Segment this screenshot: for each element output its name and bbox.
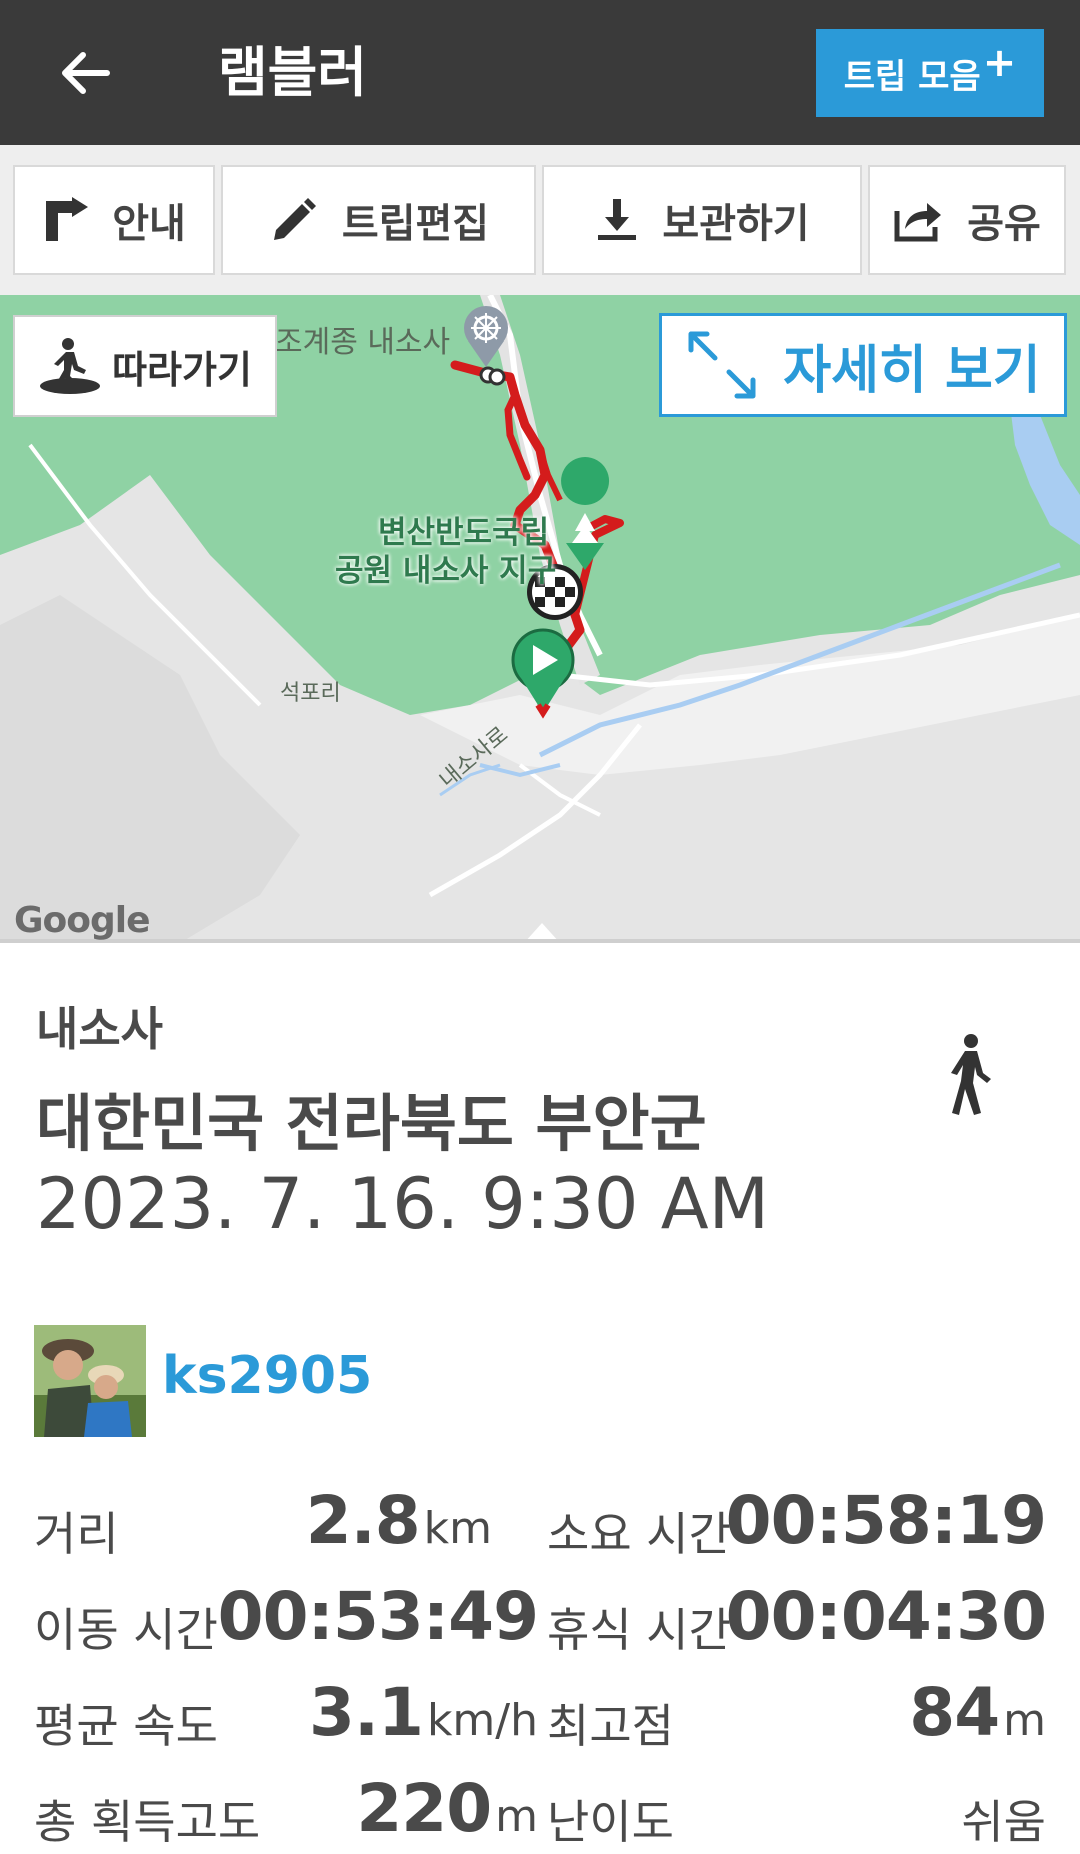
share-label: 공유	[967, 201, 1041, 247]
highest-point-value: 84m	[909, 1674, 1046, 1751]
google-logo: Google	[14, 900, 151, 941]
avg-speed-unit: km/h	[426, 1695, 538, 1746]
stats-grid: 거리 2.8km 소요 시간 00:58:19 이동 시간 00:53:49 휴…	[34, 1478, 1047, 1854]
view-detail-button[interactable]: 자세히 보기	[659, 313, 1067, 417]
back-button[interactable]	[45, 38, 125, 108]
distance-value: 2.8km	[306, 1482, 492, 1559]
duration-number: 00:58:19	[725, 1482, 1047, 1559]
avg-speed-value: 3.1km/h	[309, 1674, 538, 1751]
pencil-icon	[273, 198, 316, 240]
map-label-temple: 조계종 내소사	[275, 325, 451, 360]
share-icon	[894, 203, 942, 242]
stat-row-3: 평균 속도 3.1km/h 최고점 84m	[34, 1670, 1046, 1766]
moving-time-value: 00:53:49	[217, 1578, 539, 1655]
trip-info: 내소사 대한민국 전라북도 부안군 2023. 7. 16. 9:30 AM k…	[0, 943, 1080, 1854]
map-label-park-line2: 공원 내소사 지구	[335, 553, 557, 589]
elevation-gain-value: 220m	[356, 1770, 538, 1847]
moving-time-number: 00:53:49	[217, 1578, 539, 1655]
follow-button[interactable]: 따라가기	[13, 315, 277, 417]
hiker-icon	[40, 338, 101, 394]
trip-collection-button[interactable]: 트립 모음 +	[816, 29, 1044, 117]
avatar[interactable]	[34, 1325, 146, 1437]
share-button[interactable]: 공유	[868, 165, 1066, 275]
walking-icon	[945, 1033, 995, 1121]
distance-number: 2.8	[305, 1482, 421, 1559]
app-header: 램블러 트립 모음 +	[0, 0, 1080, 145]
distance-label: 거리	[34, 1507, 119, 1561]
username-link[interactable]: ks2905	[162, 1346, 372, 1406]
elevation-gain-unit: m	[495, 1791, 538, 1842]
rest-time-value: 00:04:30	[725, 1578, 1047, 1655]
duration-label: 소요 시간	[547, 1507, 731, 1561]
plus-icon: +	[982, 40, 1017, 86]
map-label-village: 석포리	[280, 681, 341, 706]
stat-row-4: 총 획득고도 220m 난이도 쉬움	[34, 1766, 1046, 1854]
duration-value: 00:58:19	[725, 1482, 1047, 1559]
place-name: 내소사	[36, 1002, 163, 1056]
route-map[interactable]: 조계종 내소사 변산반도국립 공원 내소사 지구 석포리 내소사로 따라가기 자…	[0, 295, 1080, 943]
rest-time-number: 00:04:30	[725, 1578, 1047, 1655]
highest-point-number: 84	[909, 1674, 1000, 1751]
moving-time-label: 이동 시간	[34, 1603, 218, 1657]
trip-datetime: 2023. 7. 16. 9:30 AM	[36, 1163, 769, 1245]
avg-speed-label: 평균 속도	[34, 1699, 218, 1753]
trip-collection-label: 트립 모음	[843, 56, 981, 97]
follow-label: 따라가기	[112, 347, 252, 392]
save-button[interactable]: 보관하기	[542, 165, 862, 275]
distance-unit: km	[423, 1503, 492, 1554]
highest-point-unit: m	[1003, 1695, 1046, 1746]
save-label: 보관하기	[662, 201, 810, 247]
edit-trip-button[interactable]: 트립편집	[221, 165, 536, 275]
guide-label: 안내	[112, 201, 186, 247]
guide-button[interactable]: 안내	[13, 165, 215, 275]
expand-icon	[688, 331, 756, 399]
edit-trip-label: 트립편집	[341, 201, 490, 247]
elevation-gain-number: 220	[356, 1770, 492, 1847]
highest-point-label: 최고점	[547, 1699, 674, 1753]
download-icon	[598, 199, 637, 240]
rest-time-label: 휴식 시간	[547, 1603, 731, 1657]
elevation-gain-label: 총 획득고도	[34, 1795, 261, 1849]
difficulty-value: 쉬움	[961, 1795, 1046, 1849]
app-title: 램블러	[218, 41, 368, 104]
stat-row-2: 이동 시간 00:53:49 휴식 시간 00:04:30	[34, 1574, 1047, 1670]
turn-right-icon	[46, 197, 89, 241]
difficulty-label: 난이도	[547, 1795, 674, 1849]
stat-row-1: 거리 2.8km 소요 시간 00:58:19	[34, 1478, 1047, 1574]
arrow-left-icon	[62, 52, 110, 94]
avg-speed-number: 3.1	[309, 1674, 424, 1751]
view-detail-label: 자세히 보기	[783, 340, 1041, 401]
region-text: 대한민국 전라북도 부안군	[36, 1087, 707, 1160]
action-toolbar: 안내 트립편집 보관하기 공유	[0, 145, 1080, 295]
